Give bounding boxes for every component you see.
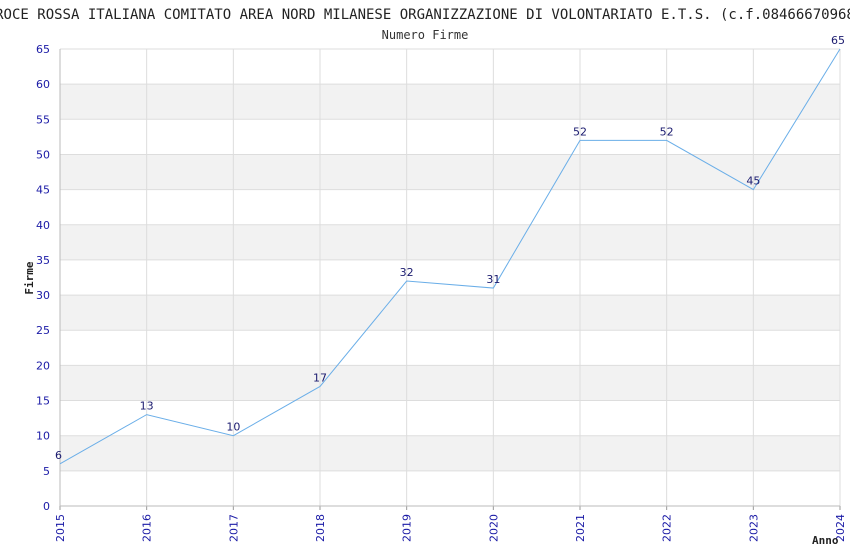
background-band [60,365,840,401]
chart-title: CROCE ROSSA ITALIANA COMITATO AREA NORD … [0,7,850,23]
y-tick-label: 30 [36,289,50,302]
background-band [60,435,840,471]
y-tick-label: 55 [36,113,50,126]
y-tick-label: 20 [36,359,50,372]
background-band [60,224,840,260]
data-label: 31 [486,273,500,286]
x-tick-labels: 2015 2016 2017 2018 2019 2020 2021 2022 2023 2024 [54,514,847,542]
x-tick-label: 2021 [574,514,587,542]
y-tick-label: 45 [36,184,50,197]
x-axis-label: Anno [812,534,839,547]
data-label: 45 [746,175,760,188]
x-tick-label: 2018 [314,514,327,542]
background-band [60,295,840,331]
line-chart: 0 5 10 15 20 25 30 35 40 45 50 55 60 65 2015 2016 2017 2… [0,7,850,547]
y-tick-label: 60 [36,78,50,91]
x-tick-label: 2019 [401,514,414,542]
y-tick-label: 65 [36,43,50,56]
data-label: 10 [226,421,240,434]
y-tick-label: 50 [36,148,50,161]
x-tick-label: 2017 [227,514,240,542]
y-tick-label: 10 [36,430,50,443]
data-label: 32 [400,266,414,279]
y-tick-label: 25 [36,324,50,337]
data-label: 6 [55,449,62,462]
y-tick-labels: 0 5 10 15 20 25 30 35 40 45 50 55 60 65 [36,43,50,513]
x-tick-label: 2023 [747,514,760,542]
data-label: 52 [660,125,674,138]
data-label: 13 [140,400,154,413]
data-label: 65 [831,34,845,47]
data-label: 17 [313,371,327,384]
y-tick-label: 40 [36,219,50,232]
y-axis-label: Firme [23,261,36,294]
x-tick-label: 2020 [487,514,500,542]
y-tick-label: 15 [36,395,50,408]
y-tick-label: 35 [36,254,50,267]
x-tick-label: 2015 [54,514,67,542]
y-tick-label: 5 [43,465,50,478]
background-band [60,84,840,120]
background-bands [60,84,840,471]
chart-subtitle: Numero Firme [382,28,469,42]
x-tick-label: 2016 [141,514,154,542]
x-tick-label: 2022 [661,514,674,542]
y-tick-label: 0 [43,500,50,513]
data-label: 52 [573,125,587,138]
